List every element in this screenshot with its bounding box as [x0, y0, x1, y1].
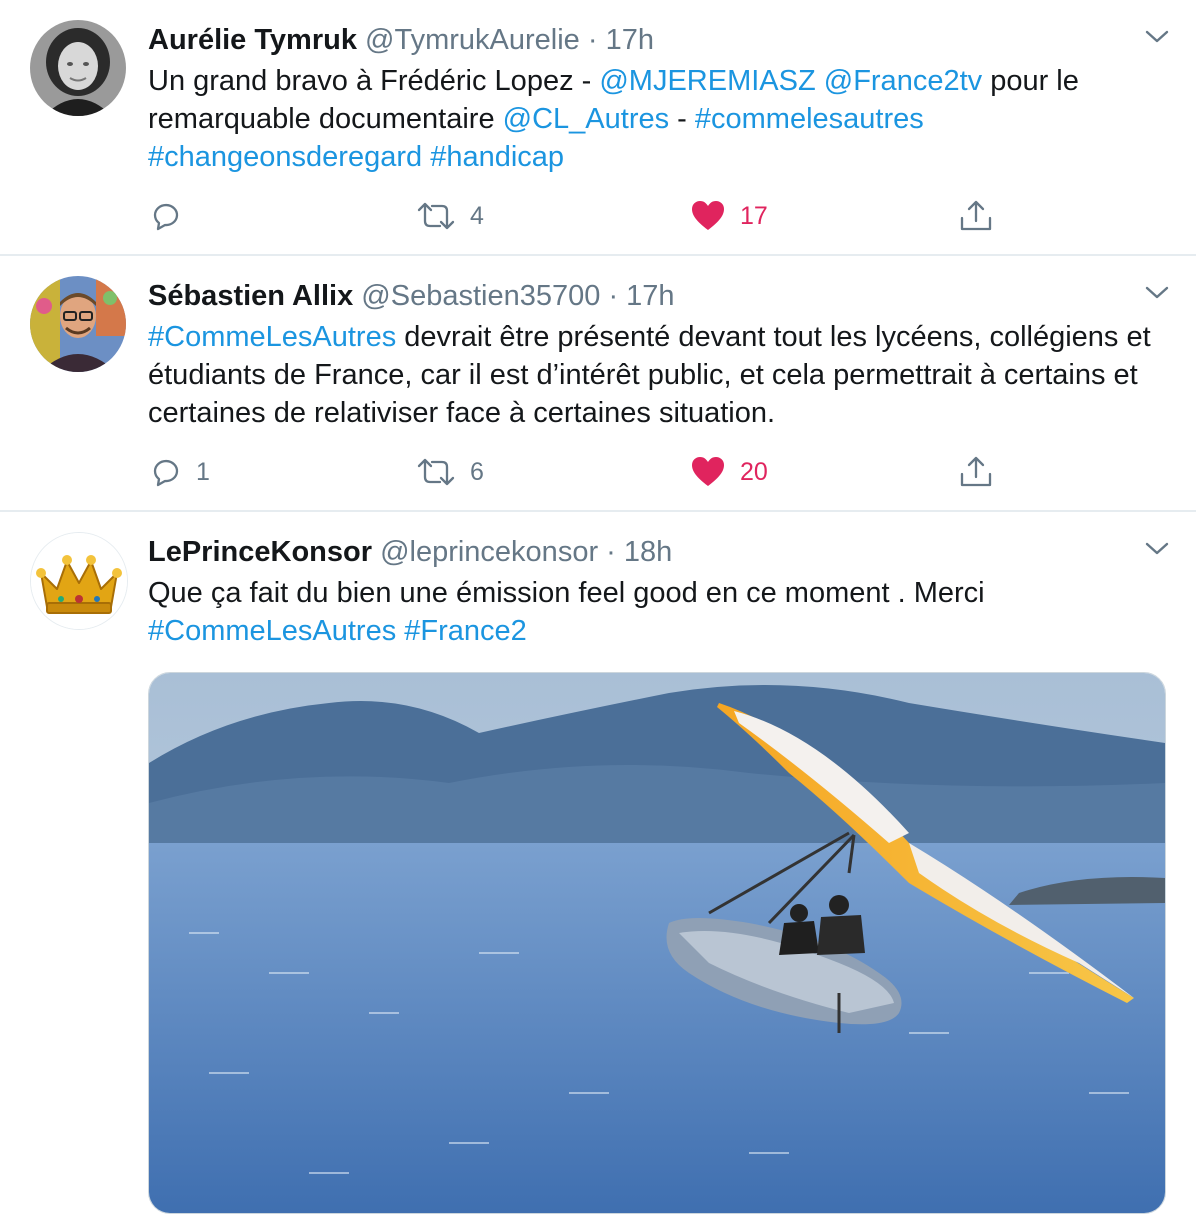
hashtag-or-mention-link[interactable]: @CL_Autres: [503, 103, 669, 135]
retweet-icon: [417, 202, 455, 230]
tweet-text: #CommeLesAutres devrait être présenté de…: [148, 318, 1156, 432]
tweet-text-segment: [422, 141, 430, 173]
user-handle[interactable]: @Sebastien35700: [361, 280, 600, 312]
user-photo-icon: [30, 276, 126, 372]
hashtag-or-mention-link[interactable]: #changeonsderegard: [148, 141, 422, 173]
hashtag-or-mention-link[interactable]: @France2tv: [824, 65, 982, 97]
retweet-count: 4: [470, 201, 484, 230]
like-button[interactable]: 20: [690, 450, 768, 494]
display-name[interactable]: LePrinceKonsor: [148, 536, 372, 568]
share-button[interactable]: [958, 450, 994, 494]
retweet-button[interactable]: 6: [416, 450, 484, 494]
tweet-header: Aurélie Tymruk @TymrukAurelie · 17h: [148, 20, 1156, 60]
user-photo-icon: [30, 20, 126, 116]
like-button[interactable]: 17: [690, 194, 768, 238]
like-count: 17: [740, 201, 768, 230]
crown-icon: [31, 533, 127, 629]
hashtag-or-mention-link[interactable]: #France2: [404, 615, 527, 647]
separator-dot: ·: [587, 24, 598, 56]
separator-dot: ·: [606, 536, 616, 568]
retweet-icon: [417, 458, 455, 486]
tweet-text-segment: [816, 65, 824, 97]
tweet-actions: 4 17: [148, 194, 1008, 238]
reply-icon: [153, 459, 179, 487]
tweet-text-segment: Un grand bravo à Frédéric Lopez -: [148, 65, 600, 97]
timestamp[interactable]: 17h: [626, 280, 674, 312]
hashtag-or-mention-link[interactable]: #CommeLesAutres: [148, 615, 396, 647]
like-count: 20: [740, 457, 768, 486]
reply-count: 1: [196, 457, 210, 486]
tweet-media-photo[interactable]: [148, 672, 1166, 1214]
user-handle[interactable]: @leprincekonsor: [380, 536, 598, 568]
tweet-text: Que ça fait du bien une émission feel go…: [148, 574, 1156, 650]
tweet[interactable]: Sébastien Allix @Sebastien35700 · 17h #C…: [0, 256, 1196, 512]
tweet-header: LePrinceKonsor @leprincekonsor · 18h: [148, 532, 1156, 572]
user-handle[interactable]: @TymrukAurelie: [365, 24, 580, 56]
tweet-header: Sébastien Allix @Sebastien35700 · 17h: [148, 276, 1156, 316]
avatar[interactable]: [30, 20, 126, 116]
separator-dot: ·: [608, 280, 619, 312]
tweet-actions: 1 6 20: [148, 450, 1008, 494]
heart-filled-icon: [692, 201, 724, 230]
display-name[interactable]: Aurélie Tymruk: [148, 24, 357, 56]
photo-flying-boat-icon: [149, 673, 1165, 1213]
share-button[interactable]: [958, 194, 994, 238]
avatar[interactable]: [30, 276, 126, 372]
hashtag-or-mention-link[interactable]: #handicap: [430, 141, 564, 173]
chevron-down-icon[interactable]: [1144, 538, 1170, 558]
chevron-down-icon[interactable]: [1144, 26, 1170, 46]
tweet-text: Un grand bravo à Frédéric Lopez - @MJERE…: [148, 62, 1156, 176]
tweet-text-segment: Que ça fait du bien une émission feel go…: [148, 577, 985, 609]
retweet-button[interactable]: 4: [416, 194, 484, 238]
avatar[interactable]: [30, 532, 128, 630]
chevron-down-icon[interactable]: [1144, 282, 1170, 302]
tweet[interactable]: Aurélie Tymruk @TymrukAurelie · 17h Un g…: [0, 0, 1196, 256]
retweet-count: 6: [470, 457, 484, 486]
reply-button[interactable]: 1: [148, 450, 210, 494]
hashtag-or-mention-link[interactable]: @MJEREMIASZ: [599, 65, 815, 97]
timestamp[interactable]: 17h: [606, 24, 654, 56]
share-icon: [960, 200, 992, 231]
share-icon: [960, 456, 992, 487]
tweet-text-segment: -: [669, 103, 695, 135]
hashtag-or-mention-link[interactable]: #commelesautres: [695, 103, 924, 135]
reply-button[interactable]: [148, 194, 196, 238]
timestamp[interactable]: 18h: [624, 536, 672, 568]
heart-filled-icon: [692, 457, 724, 486]
reply-icon: [153, 203, 179, 231]
display-name[interactable]: Sébastien Allix: [148, 280, 353, 312]
hashtag-or-mention-link[interactable]: #CommeLesAutres: [148, 321, 396, 353]
